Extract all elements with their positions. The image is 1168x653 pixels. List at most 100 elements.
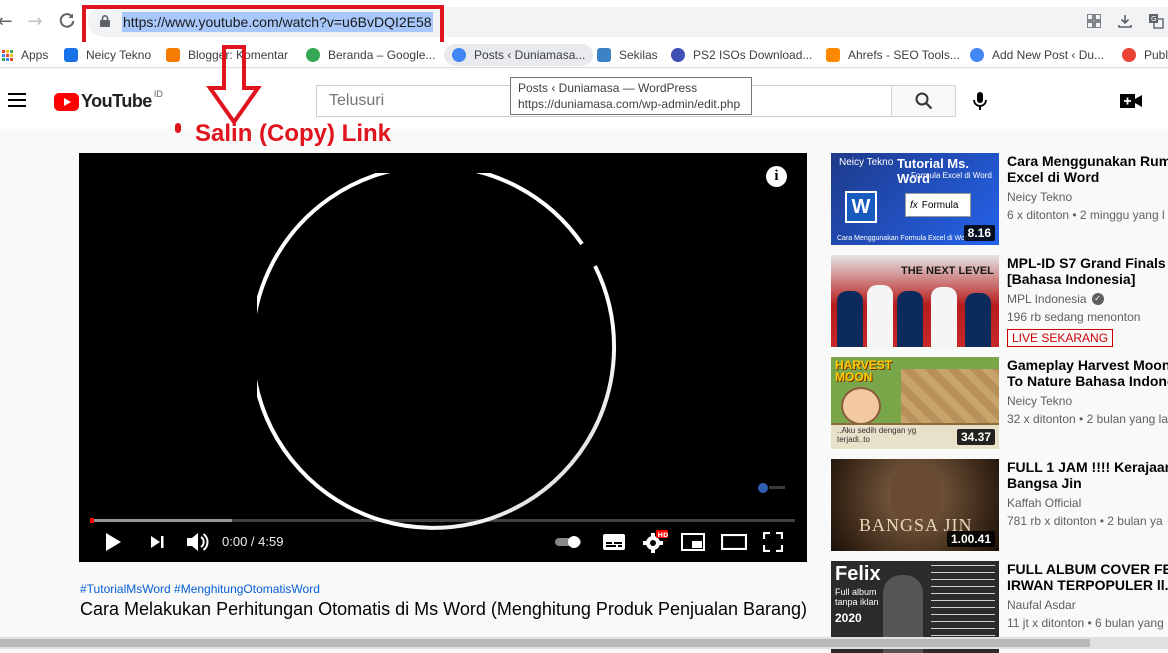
channel-name[interactable]: Naufal Asdar	[1007, 598, 1076, 612]
thumbnail-text: Full album tanpa iklan	[835, 587, 879, 607]
bookmark-label: Beranda – Google...	[328, 48, 436, 62]
fullscreen-icon	[763, 532, 783, 552]
bookmark-label: Neicy Tekno	[86, 48, 152, 62]
youtube-logo[interactable]: YouTube ID	[54, 89, 163, 112]
video-thumbnail[interactable]: HARVEST MOON ..Aku sedih dengan yg terja…	[831, 357, 999, 449]
play-button[interactable]	[101, 530, 125, 554]
channel-name-text: Kaffah Official	[1007, 496, 1082, 510]
recommendation-title[interactable]: FULL 1 JAM !!!! Kerajaan Bangsa Jin	[1007, 459, 1168, 491]
play-icon	[106, 533, 121, 551]
verified-check-icon: ✓	[1091, 293, 1104, 305]
subtitles-icon	[603, 534, 625, 550]
title-line: FULL ALBUM COVER FELI	[1007, 561, 1168, 577]
channel-name[interactable]: MPL Indonesia ✓	[1007, 292, 1104, 306]
youtube-logo-text: YouTube	[81, 91, 152, 111]
next-icon	[151, 536, 164, 548]
sekilas-favicon-icon	[597, 48, 611, 62]
bookmark-publ[interactable]: Publ	[1122, 46, 1168, 64]
recommendation-title[interactable]: FULL ALBUM COVER FELI IRWAN TERPOPULER l…	[1007, 561, 1168, 593]
wordpress-favicon-icon	[970, 48, 984, 62]
progress-loaded	[91, 519, 232, 522]
recommendation-item[interactable]: THE NEXT LEVEL MPL-ID S7 Grand Finals D …	[831, 255, 1168, 347]
thumbnail-text: THE NEXT LEVEL	[901, 265, 994, 277]
bookmark-neicy-tekno[interactable]: Neicy Tekno	[64, 46, 151, 64]
subtitles-button[interactable]	[601, 530, 627, 554]
channel-name[interactable]: Neicy Tekno	[1007, 190, 1072, 204]
menu-icon[interactable]	[8, 93, 26, 107]
video-meta: 196 rb sedang menonton	[1007, 310, 1141, 324]
neicy-tekno-favicon-icon	[64, 48, 78, 62]
apps-grid-icon	[2, 49, 13, 61]
recommendation-item[interactable]: BANGSA JIN 1.00.41 FULL 1 JAM !!!! Keraj…	[831, 459, 1168, 551]
video-meta: 32 x ditonton • 2 bulan yang la	[1007, 412, 1168, 426]
bookmark-sekilas[interactable]: Sekilas	[597, 46, 658, 64]
next-button[interactable]	[145, 530, 169, 554]
forward-icon[interactable]: →	[24, 10, 46, 32]
recommendation-title[interactable]: MPL-ID S7 Grand Finals D [Bahasa Indones…	[1007, 255, 1168, 287]
character-face	[841, 387, 881, 425]
thumbnail-text: Neicy Tekno	[839, 157, 894, 168]
title-line: Excel di Word	[1007, 169, 1100, 185]
download-icon[interactable]	[1116, 12, 1134, 30]
channel-watermark-icon[interactable]	[757, 481, 787, 495]
title-line: MPL-ID S7 Grand Finals D	[1007, 255, 1168, 271]
back-icon[interactable]: ←	[0, 10, 16, 32]
video-player[interactable]: i 0:00 / 4:59 HD	[79, 153, 807, 562]
channel-name-text: Neicy Tekno	[1007, 394, 1073, 408]
video-hashtags[interactable]: #TutorialMsWord #MenghitungOtomatisWord	[80, 582, 320, 596]
bookmark-add-new-post[interactable]: Add New Post ‹ Du...	[970, 46, 1104, 64]
channel-name[interactable]: Neicy Tekno	[1007, 394, 1072, 408]
settings-button[interactable]: HD	[641, 530, 669, 554]
progress-bar[interactable]	[90, 518, 795, 523]
bookmarks-bar: Apps Neicy Tekno Blogger: Komentar Beran…	[0, 42, 1168, 68]
autoplay-toggle[interactable]	[553, 530, 585, 554]
recommendation-title[interactable]: Gameplay Harvest Moon : To Nature Bahasa…	[1007, 357, 1168, 389]
bookmark-beranda-google[interactable]: Beranda – Google...	[306, 46, 435, 64]
progress-playhead[interactable]	[90, 518, 94, 523]
theater-mode-button[interactable]	[719, 530, 749, 554]
bookmark-ahrefs[interactable]: Ahrefs - SEO Tools...	[826, 46, 960, 64]
svg-text:G: G	[1151, 15, 1156, 23]
bookmark-ps2-isos[interactable]: PS2 ISOs Download...	[671, 46, 812, 64]
title-line: Bangsa Jin	[1007, 475, 1082, 491]
bookmark-label: Apps	[21, 48, 49, 62]
blogger-favicon-icon	[166, 48, 180, 62]
video-thumbnail[interactable]: Neicy Tekno Tutorial Ms. Word Formula Ex…	[831, 153, 999, 245]
create-video-icon[interactable]	[1120, 92, 1142, 110]
miniplayer-button[interactable]	[679, 530, 707, 554]
video-thumbnail[interactable]: BANGSA JIN 1.00.41	[831, 459, 999, 551]
video-meta: 11 jt x ditonton • 6 bulan yang	[1007, 616, 1164, 630]
video-thumbnail[interactable]: THE NEXT LEVEL	[831, 255, 999, 347]
svg-text:HD: HD	[658, 531, 669, 539]
reload-icon[interactable]	[56, 10, 78, 32]
bookmark-label: Sekilas	[619, 48, 658, 62]
microphone-icon[interactable]	[970, 91, 990, 111]
info-icon[interactable]: i	[766, 166, 787, 187]
translate-icon[interactable]: G	[1147, 12, 1165, 30]
recommendation-item[interactable]: Neicy Tekno Tutorial Ms. Word Formula Ex…	[831, 153, 1168, 245]
down-arrow-icon	[206, 45, 262, 126]
thumbnail-text: HARVEST MOON	[835, 358, 893, 384]
volume-icon	[187, 533, 209, 551]
scrollbar-thumb[interactable]	[0, 639, 1090, 647]
channel-name[interactable]: Kaffah Official	[1007, 496, 1081, 510]
bookmark-posts-duniamasa[interactable]: Posts ‹ Duniamasa...	[444, 44, 594, 66]
title-line: Cara Menggunakan Rumu	[1007, 153, 1168, 169]
volume-button[interactable]	[183, 530, 211, 554]
thumbnail-text: Cara Menggunakan Formula Excel di Word	[837, 235, 972, 242]
tooltip-url: https://duniamasa.com/wp-admin/edit.php	[518, 97, 741, 111]
annotation-dot	[175, 123, 181, 133]
horizontal-scrollbar[interactable]	[0, 637, 1168, 649]
recommendation-item[interactable]: HARVEST MOON ..Aku sedih dengan yg terja…	[831, 357, 1168, 449]
channel-name-text: Naufal Asdar	[1007, 598, 1076, 612]
channel-name-text: Neicy Tekno	[1007, 190, 1073, 204]
bookmark-apps[interactable]: Apps	[2, 46, 48, 64]
grid-icon[interactable]	[1085, 12, 1103, 30]
search-button[interactable]	[891, 85, 956, 117]
fullscreen-button[interactable]	[761, 530, 785, 554]
creature-figure	[891, 465, 941, 521]
recommendation-title[interactable]: Cara Menggunakan Rumu Excel di Word	[1007, 153, 1168, 185]
youtube-play-icon	[54, 92, 79, 111]
bookmark-label: Posts ‹ Duniamasa...	[474, 48, 586, 62]
thumbnail-players	[831, 283, 999, 347]
